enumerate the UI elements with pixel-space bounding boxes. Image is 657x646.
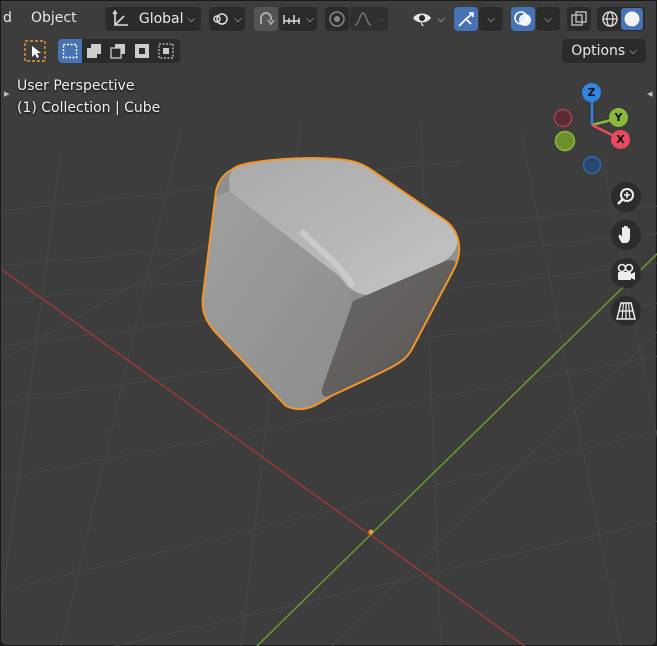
transform-axes-icon [112,10,128,26]
chevron-down-icon: ⌵ [437,13,445,25]
chevron-down-icon: ⌵ [629,45,637,57]
chevron-down-icon: ⌵ [234,13,242,25]
cut-off-menu-label[interactable]: d [3,10,12,26]
selection-mode-group [58,39,180,63]
snap-target-dropdown[interactable]: ⌵ [279,7,317,31]
mode-set-new-selection-button[interactable] [58,39,82,63]
select-box-tool-icon [24,40,46,62]
toggle-ortho-button[interactable] [611,296,641,326]
zoom-view-button[interactable] [611,182,641,212]
proportional-editing-toggle[interactable] [325,7,349,31]
zoom-icon [617,188,634,205]
active-tool-slot[interactable] [17,39,53,63]
snap-increment-icon [283,15,301,24]
gizmo-x-handle[interactable]: X [611,130,630,149]
3d-viewport[interactable]: d Object Global ⌵ ⌵ ⌵ ⌵ ⌵ ⌵ ⌵ Options ⌵ … [0,0,657,646]
gizmo-z-label: Z [587,86,596,99]
select-invert-icon [135,44,149,58]
xray-toggle[interactable] [567,7,591,31]
chevron-down-icon: ⌵ [377,13,385,25]
gizmo-z-handle[interactable]: Z [582,83,601,102]
chevron-down-icon: ⌵ [187,13,196,25]
collection-object-label: (1) Collection | Cube [17,100,161,116]
select-subtract-icon [110,44,125,59]
pivot-point-icon [213,13,228,25]
show-overlays-toggle[interactable] [511,7,535,31]
hand-pan-icon [618,225,630,243]
falloff-curve-icon [354,12,372,26]
select-extend-icon [87,44,101,58]
sidebar-expand-arrow-icon[interactable]: ◂ [647,87,653,100]
select-set-icon [62,43,78,59]
options-dropdown[interactable]: Options ⌵ [562,39,646,63]
viewport-shading-switch [597,7,645,31]
eye-visibility-icon [413,13,432,26]
pivot-point-dropdown[interactable]: ⌵ [209,7,245,31]
mode-invert-selection-button[interactable] [131,39,153,63]
wireframe-shading-button[interactable] [599,8,621,30]
proportional-edit-icon [329,11,345,27]
transform-orientation-value: Global [138,11,184,27]
mode-intersect-selection-button[interactable] [155,39,177,63]
chevron-down-icon: ⌵ [487,13,495,25]
select-intersect-icon [158,43,174,59]
object-menu[interactable]: Object [31,10,77,26]
chevron-down-icon: ⌵ [544,13,552,25]
chevron-down-icon: ⌵ [306,13,314,25]
xray-icon [571,11,587,26]
transform-orientation-dropdown[interactable]: Global ⌵ [105,7,201,31]
gizmo-neg-x-handle[interactable] [553,108,573,128]
solid-shading-icon [624,11,640,27]
overlays-icon [514,11,531,26]
gizmo-neg-y-handle[interactable] [554,130,576,152]
overlay-options-dropdown[interactable]: ⌵ [536,7,560,31]
pan-view-button[interactable] [611,220,641,250]
cube-object[interactable] [201,157,461,411]
toolbar-expand-arrow-icon[interactable]: ▸ [4,87,10,100]
gizmo-neg-z-handle[interactable] [582,155,602,175]
mode-subtract-selection-button[interactable] [107,39,129,63]
gizmo-icon [458,12,474,27]
solid-shading-button[interactable] [621,8,643,30]
ortho-grid-icon [616,302,636,320]
gizmo-x-label: X [616,133,625,146]
blender-3d-viewport-app: d Object Global ⌵ ⌵ ⌵ ⌵ ⌵ ⌵ ⌵ Options ⌵ … [0,0,657,646]
gizmo-options-dropdown[interactable]: ⌵ [479,7,503,31]
wireframe-shading-icon [602,11,618,27]
3d-cursor-origin [368,529,374,535]
show-gizmo-toggle[interactable] [454,7,478,31]
viewport-header: d Object Global ⌵ ⌵ ⌵ ⌵ ⌵ ⌵ ⌵ [1,1,657,37]
mode-extend-selection-button[interactable] [83,39,105,63]
gizmo-y-label: Y [614,111,623,124]
camera-icon [617,263,635,280]
proportional-falloff-dropdown[interactable]: ⌵ [350,7,388,31]
camera-view-button[interactable] [611,258,641,288]
snap-magnet-icon [260,12,275,26]
view-name-label: User Perspective [17,78,135,94]
snap-toggle[interactable] [254,7,278,31]
options-label: Options [571,43,626,59]
gizmo-y-handle[interactable]: Y [609,108,628,127]
selectability-visibility-dropdown[interactable]: ⌵ [408,7,448,31]
